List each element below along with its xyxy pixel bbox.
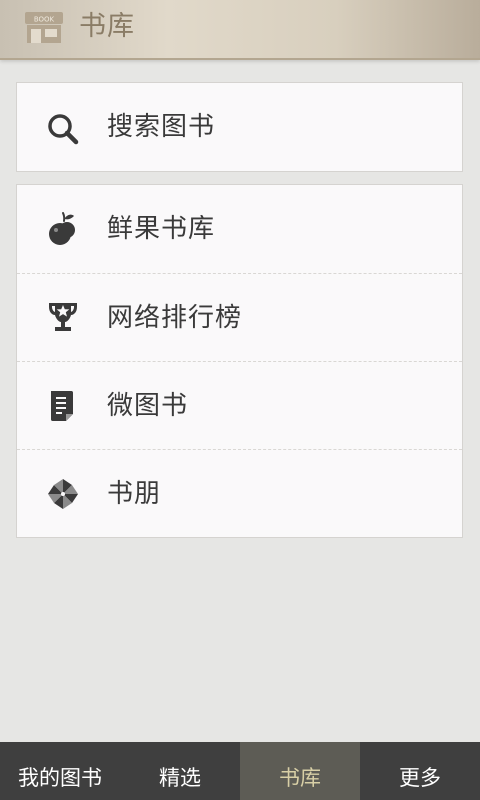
search-card[interactable]: 搜索图书 — [16, 82, 463, 172]
apple-icon — [49, 212, 75, 245]
search-icon — [48, 114, 79, 145]
app: BOOK 书库 搜索图书 鲜果书库 网络排行榜 微图书 书朋 我的图书 精选 书… — [0, 0, 480, 800]
menu-item-label: 微图书 — [107, 391, 189, 421]
menu-item-book-friends[interactable]: 书朋 — [17, 449, 462, 537]
page-title: 书库 — [79, 11, 135, 42]
menu-card: 鲜果书库 网络排行榜 微图书 书朋 — [16, 184, 463, 538]
app-header: BOOK 书库 — [0, 0, 480, 60]
bottom-tab-bar: 我的图书 精选 书库 更多 — [0, 742, 480, 800]
tab-library[interactable]: 书库 — [240, 742, 360, 800]
trophy-icon — [49, 303, 77, 331]
bookstore-icon: BOOK — [25, 12, 63, 43]
menu-item-fresh-fruit-library[interactable]: 鲜果书库 — [17, 185, 462, 273]
document-icon — [51, 391, 73, 421]
menu-item-label: 书朋 — [107, 479, 162, 509]
search-books-row[interactable]: 搜索图书 — [17, 83, 462, 171]
menu-item-label: 网络排行榜 — [107, 303, 243, 333]
tab-more[interactable]: 更多 — [360, 742, 480, 800]
tab-my-books[interactable]: 我的图书 — [0, 742, 120, 800]
pinwheel-icon — [48, 479, 78, 509]
menu-item-label: 鲜果书库 — [107, 214, 216, 244]
menu-item-micro-books[interactable]: 微图书 — [17, 361, 462, 449]
search-books-label: 搜索图书 — [107, 112, 216, 142]
bookstore-icon-text: BOOK — [34, 16, 55, 24]
tab-featured[interactable]: 精选 — [120, 742, 240, 800]
menu-item-web-ranking[interactable]: 网络排行榜 — [17, 273, 462, 361]
